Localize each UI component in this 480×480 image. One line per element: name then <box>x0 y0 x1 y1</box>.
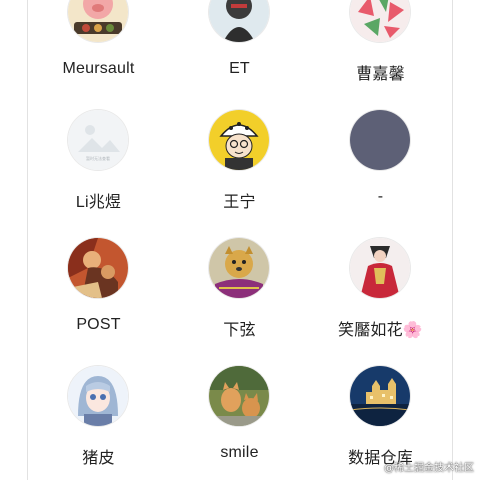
contact-card[interactable]: 暂时无法查看 Li兆煜 <box>28 26 169 211</box>
contact-name: 猪皮 <box>82 450 115 467</box>
contact-card[interactable]: 下弦 <box>169 154 310 339</box>
contact-card[interactable]: ET <box>169 0 310 77</box>
contact-card[interactable]: 笑靨如花🌸 <box>310 154 451 339</box>
night-castle-avatar-icon <box>350 366 410 426</box>
contact-name: smile <box>220 444 259 461</box>
contact-card[interactable]: 猪皮 <box>28 282 169 467</box>
contact-grid: Meursault ET 曹嘉馨 暂时无法查看 Li兆煜 王宁 - POST 下… <box>28 0 452 480</box>
anime-girl-avatar-icon <box>68 366 128 426</box>
avatar[interactable] <box>209 366 269 426</box>
frame-right-border <box>452 0 453 480</box>
contact-card[interactable]: - <box>310 26 451 205</box>
contact-card[interactable]: 曹嘉馨 <box>310 0 451 83</box>
contact-card[interactable]: POST <box>28 154 169 333</box>
contact-card[interactable]: 数据仓库 <box>310 282 451 467</box>
avatar[interactable] <box>350 366 410 426</box>
contact-card[interactable]: 王宁 <box>169 26 310 211</box>
watermark: @稀土掘金技术社区 <box>384 463 474 474</box>
avatar[interactable] <box>68 366 128 426</box>
two-cats-avatar-icon <box>209 366 269 426</box>
contact-card[interactable]: smile <box>169 282 310 461</box>
contact-card[interactable]: Meursault <box>28 0 169 77</box>
